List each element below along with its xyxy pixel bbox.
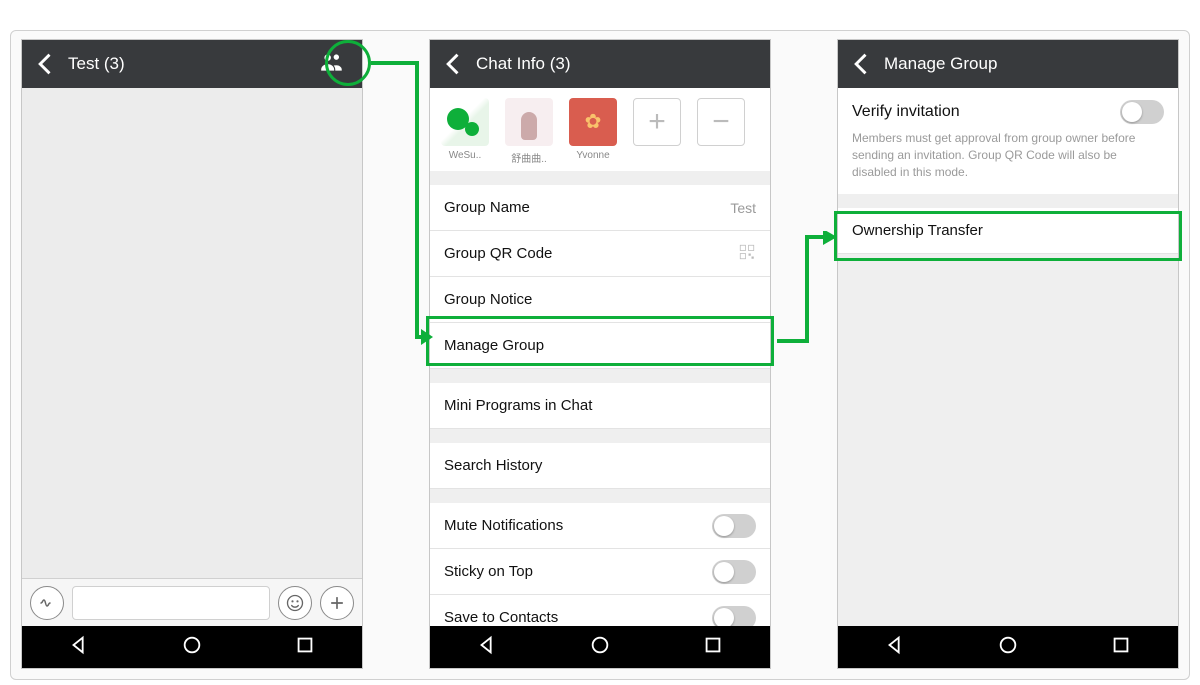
row-mini-programs[interactable]: Mini Programs in Chat — [430, 383, 770, 429]
back-icon[interactable] — [32, 50, 60, 78]
chat-header: Test (3) — [22, 40, 362, 88]
row-group-notice[interactable]: Group Notice — [430, 277, 770, 323]
row-label: Group Name — [444, 199, 530, 216]
row-label: Mini Programs in Chat — [444, 397, 592, 414]
member-item[interactable]: Yvonne — [564, 98, 622, 165]
toggle-off-icon[interactable] — [712, 560, 756, 584]
chatinfo-header: Chat Info (3) — [430, 40, 770, 88]
row-label: Sticky on Top — [444, 563, 533, 580]
nav-back-icon[interactable] — [68, 634, 90, 661]
member-item[interactable]: 舒曲曲.. — [500, 98, 558, 165]
chat-input-bar — [22, 578, 362, 626]
member-name: Yvonne — [576, 150, 609, 161]
member-name: WeSu.. — [449, 150, 482, 161]
manage-header: Manage Group — [838, 40, 1178, 88]
add-member-button[interactable]: + — [628, 98, 686, 165]
toggle-off-icon[interactable] — [712, 606, 756, 627]
nav-back-icon[interactable] — [476, 634, 498, 661]
avatar — [441, 98, 489, 146]
row-label: Ownership Transfer — [852, 222, 983, 239]
verify-label: Verify invitation — [852, 103, 960, 121]
phone-chat-info: Chat Info (3) WeSu.. 舒曲曲.. Yvonne + — [429, 39, 771, 669]
plus-icon[interactable] — [320, 586, 354, 620]
android-navbar — [22, 626, 362, 668]
chat-title: Test (3) — [68, 54, 125, 74]
chat-body — [22, 88, 362, 626]
chat-messages-area[interactable] — [22, 88, 362, 578]
phone-chat: Test (3) — [21, 39, 363, 669]
manage-body: Verify invitation Members must get appro… — [838, 88, 1178, 626]
row-label: Save to Contacts — [444, 609, 558, 626]
android-navbar — [838, 626, 1178, 668]
row-label: Mute Notifications — [444, 517, 563, 534]
toggle-off-icon[interactable] — [1120, 100, 1164, 124]
row-ownership-transfer[interactable]: Ownership Transfer — [838, 208, 1178, 254]
row-search-history[interactable]: Search History — [430, 443, 770, 489]
phone-manage-group: Manage Group Verify invitation Members m… — [837, 39, 1179, 669]
minus-icon: − — [697, 98, 745, 146]
row-sticky[interactable]: Sticky on Top — [430, 549, 770, 595]
chatinfo-body: WeSu.. 舒曲曲.. Yvonne + − Grou — [430, 88, 770, 626]
verify-description: Members must get approval from group own… — [852, 130, 1164, 180]
message-input[interactable] — [72, 586, 270, 620]
tutorial-arrow-1 — [367, 59, 437, 349]
member-grid: WeSu.. 舒曲曲.. Yvonne + − — [430, 88, 770, 171]
nav-home-icon[interactable] — [181, 634, 203, 661]
chatinfo-title: Chat Info (3) — [476, 54, 571, 74]
qr-icon — [738, 243, 756, 265]
row-manage-group[interactable]: Manage Group — [430, 323, 770, 369]
nav-recent-icon[interactable] — [1110, 634, 1132, 661]
row-mute[interactable]: Mute Notifications — [430, 503, 770, 549]
nav-recent-icon[interactable] — [702, 634, 724, 661]
nav-home-icon[interactable] — [589, 634, 611, 661]
tutorial-stage: Test (3) — [10, 30, 1190, 680]
row-group-name[interactable]: Group Name Test — [430, 185, 770, 231]
avatar — [569, 98, 617, 146]
toggle-off-icon[interactable] — [712, 514, 756, 538]
separator — [430, 171, 770, 185]
people-icon — [319, 49, 345, 80]
nav-home-icon[interactable] — [997, 634, 1019, 661]
separator — [430, 489, 770, 503]
emoji-icon[interactable] — [278, 586, 312, 620]
plus-icon: + — [633, 98, 681, 146]
android-navbar — [430, 626, 770, 668]
member-name: 舒曲曲.. — [511, 150, 547, 165]
separator — [430, 369, 770, 383]
member-item[interactable]: WeSu.. — [436, 98, 494, 165]
row-label: Search History — [444, 457, 542, 474]
row-label: Manage Group — [444, 337, 544, 354]
remove-member-button[interactable]: − — [692, 98, 750, 165]
nav-back-icon[interactable] — [884, 634, 906, 661]
verify-invitation-block: Verify invitation Members must get appro… — [838, 88, 1178, 194]
nav-recent-icon[interactable] — [294, 634, 316, 661]
back-icon[interactable] — [848, 50, 876, 78]
avatar — [505, 98, 553, 146]
separator — [430, 429, 770, 443]
row-value: Test — [730, 200, 756, 216]
row-label: Group QR Code — [444, 245, 552, 262]
separator — [838, 194, 1178, 208]
tutorial-arrow-2 — [773, 231, 843, 351]
row-label: Group Notice — [444, 291, 532, 308]
row-save-contacts[interactable]: Save to Contacts — [430, 595, 770, 626]
voice-input-icon[interactable] — [30, 586, 64, 620]
chat-members-button[interactable] — [312, 40, 352, 88]
back-icon[interactable] — [440, 50, 468, 78]
row-group-qr[interactable]: Group QR Code — [430, 231, 770, 277]
manage-title: Manage Group — [884, 54, 997, 74]
